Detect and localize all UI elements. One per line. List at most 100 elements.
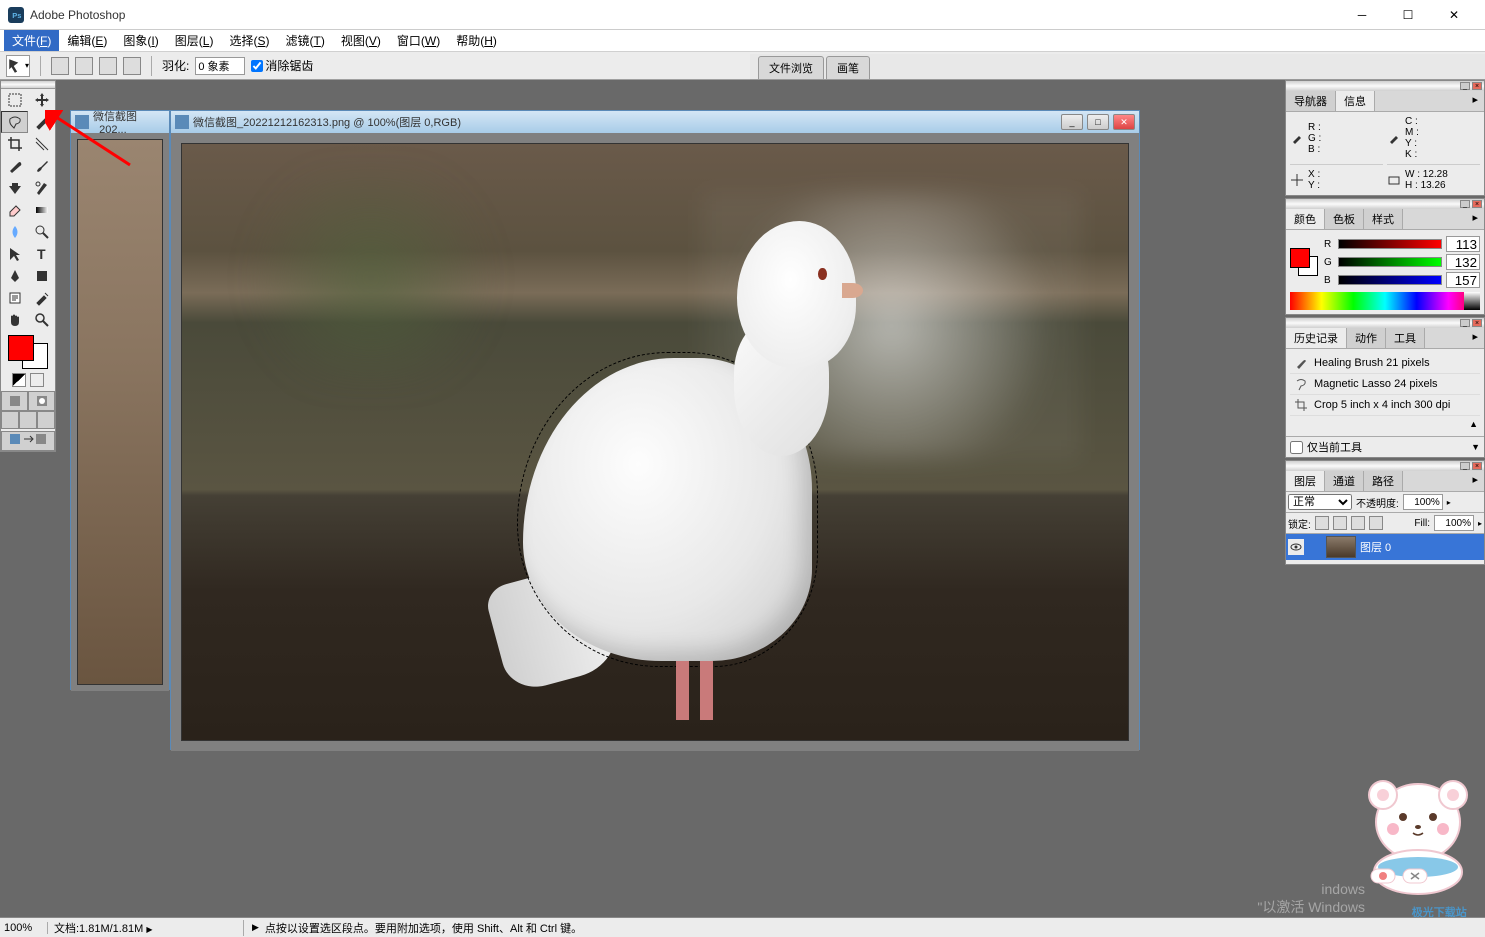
doc-close-button[interactable]: ✕	[1113, 114, 1135, 130]
panel-minimize-icon[interactable]: _	[1460, 82, 1470, 90]
default-colors-icon[interactable]	[12, 373, 26, 387]
panelwell-tab-filebrowser[interactable]: 文件浏览	[758, 56, 824, 79]
panel-close-icon[interactable]: ×	[1472, 462, 1482, 470]
layer-row[interactable]: 图层 0	[1286, 534, 1484, 560]
lock-all-button[interactable]	[1369, 516, 1383, 530]
b-value-input[interactable]	[1446, 272, 1480, 288]
layer-visibility-icon[interactable]	[1288, 539, 1304, 555]
selection-add-button[interactable]	[75, 57, 93, 75]
tab-channels[interactable]: 通道	[1325, 471, 1364, 491]
zoom-tool[interactable]	[28, 309, 55, 331]
doc-minimize-button[interactable]: _	[1061, 114, 1083, 130]
path-selection-tool[interactable]	[1, 243, 28, 265]
history-item[interactable]: Magnetic Lasso 24 pixels	[1290, 374, 1480, 395]
history-item[interactable]: Healing Brush 21 pixels	[1290, 353, 1480, 374]
doc-maximize-button[interactable]: □	[1087, 114, 1109, 130]
menu-file[interactable]: 文件(F)	[4, 30, 59, 51]
blur-tool[interactable]	[1, 221, 28, 243]
menu-edit[interactable]: 编辑(E)	[59, 30, 115, 51]
tab-history[interactable]: 历史记录	[1286, 328, 1347, 348]
hand-tool[interactable]	[1, 309, 28, 331]
opacity-flyout-icon[interactable]: ▸	[1447, 498, 1451, 507]
toolbox-handle[interactable]	[1, 81, 55, 89]
current-tool-icon[interactable]: ▾	[6, 55, 30, 77]
eyedropper-tool[interactable]	[28, 287, 55, 309]
tab-swatches[interactable]: 色板	[1325, 209, 1364, 229]
minimize-button[interactable]: ─	[1339, 0, 1385, 30]
g-slider[interactable]	[1338, 257, 1442, 267]
document-size[interactable]: 文档:1.81M/1.81M ▶	[48, 920, 244, 936]
close-button[interactable]: ✕	[1431, 0, 1477, 30]
panel-minimize-icon[interactable]: _	[1460, 462, 1470, 470]
opacity-input[interactable]	[1403, 494, 1443, 510]
panel-menu-icon[interactable]: ▸	[1466, 91, 1484, 111]
jump-to-button[interactable]	[1, 431, 55, 451]
document-titlebar-front[interactable]: 微信截图_20221212162313.png @ 100%(图层 0,RGB)…	[171, 111, 1139, 133]
history-brush-tool[interactable]	[28, 177, 55, 199]
panel-menu-icon[interactable]: ▸	[1466, 328, 1484, 348]
tab-layers[interactable]: 图层	[1286, 471, 1325, 491]
magic-wand-tool[interactable]	[28, 111, 55, 133]
menu-filter[interactable]: 滤镜(T)	[277, 30, 332, 51]
menu-image[interactable]: 图象(I)	[115, 30, 166, 51]
healing-brush-tool[interactable]	[1, 155, 28, 177]
selection-new-button[interactable]	[51, 57, 69, 75]
menu-view[interactable]: 视图(V)	[333, 30, 389, 51]
scroll-down-icon[interactable]: ▼	[1471, 442, 1480, 452]
layer-name[interactable]: 图层 0	[1360, 539, 1391, 555]
fill-input[interactable]	[1434, 515, 1474, 531]
document-titlebar-back[interactable]: 微信截图_202...	[71, 111, 169, 133]
tab-tools[interactable]: 工具	[1386, 328, 1425, 348]
move-tool[interactable]	[28, 89, 55, 111]
crop-tool[interactable]	[1, 133, 28, 155]
slice-tool[interactable]	[28, 133, 55, 155]
history-item[interactable]: Crop 5 inch x 4 inch 300 dpi	[1290, 395, 1480, 416]
selection-intersect-button[interactable]	[123, 57, 141, 75]
standard-screen-button[interactable]	[1, 411, 19, 429]
gradient-tool[interactable]	[28, 199, 55, 221]
fullscreen-menubar-button[interactable]	[19, 411, 37, 429]
current-tool-only-checkbox[interactable]	[1290, 441, 1303, 454]
layer-thumbnail[interactable]	[1326, 536, 1356, 558]
lock-transparency-button[interactable]	[1315, 516, 1329, 530]
r-value-input[interactable]	[1446, 236, 1480, 252]
r-slider[interactable]	[1338, 239, 1442, 249]
tab-navigator[interactable]: 导航器	[1286, 91, 1336, 111]
panelwell-tab-brushes[interactable]: 画笔	[826, 56, 870, 79]
panel-close-icon[interactable]: ×	[1472, 200, 1482, 208]
feather-input[interactable]	[195, 57, 245, 75]
menu-help[interactable]: 帮助(H)	[448, 30, 505, 51]
tab-styles[interactable]: 样式	[1364, 209, 1403, 229]
menu-select[interactable]: 选择(S)	[221, 30, 277, 51]
shape-tool[interactable]	[28, 265, 55, 287]
panel-minimize-icon[interactable]: _	[1460, 319, 1470, 327]
tab-info[interactable]: 信息	[1336, 91, 1375, 111]
fill-flyout-icon[interactable]: ▸	[1478, 519, 1482, 528]
standard-mode-button[interactable]	[1, 391, 28, 411]
panel-menu-icon[interactable]: ▸	[1466, 471, 1484, 491]
panel-close-icon[interactable]: ×	[1472, 319, 1482, 327]
notes-tool[interactable]	[1, 287, 28, 309]
panel-close-icon[interactable]: ×	[1472, 82, 1482, 90]
menu-layer[interactable]: 图层(L)	[167, 30, 222, 51]
fg-swatch[interactable]	[1290, 248, 1310, 268]
menu-window[interactable]: 窗口(W)	[389, 30, 448, 51]
document-canvas-back[interactable]	[77, 139, 163, 685]
b-slider[interactable]	[1338, 275, 1442, 285]
antialias-check-input[interactable]	[251, 60, 263, 72]
selection-subtract-button[interactable]	[99, 57, 117, 75]
document-window-back[interactable]: 微信截图_202...	[70, 110, 170, 690]
swap-colors-icon[interactable]	[30, 373, 44, 387]
lasso-tool[interactable]	[1, 111, 28, 133]
foreground-color-swatch[interactable]	[8, 335, 34, 361]
dodge-tool[interactable]	[28, 221, 55, 243]
panel-menu-icon[interactable]: ▸	[1466, 209, 1484, 229]
panel-minimize-icon[interactable]: _	[1460, 200, 1470, 208]
marquee-tool[interactable]	[1, 89, 28, 111]
fullscreen-button[interactable]	[37, 411, 55, 429]
antialias-checkbox[interactable]: 消除锯齿	[251, 57, 313, 74]
document-window-front[interactable]: 微信截图_20221212162313.png @ 100%(图层 0,RGB)…	[170, 110, 1140, 750]
blend-mode-select[interactable]: 正常	[1288, 494, 1352, 510]
lock-position-button[interactable]	[1351, 516, 1365, 530]
scroll-up-icon[interactable]: ▲	[1469, 419, 1478, 429]
